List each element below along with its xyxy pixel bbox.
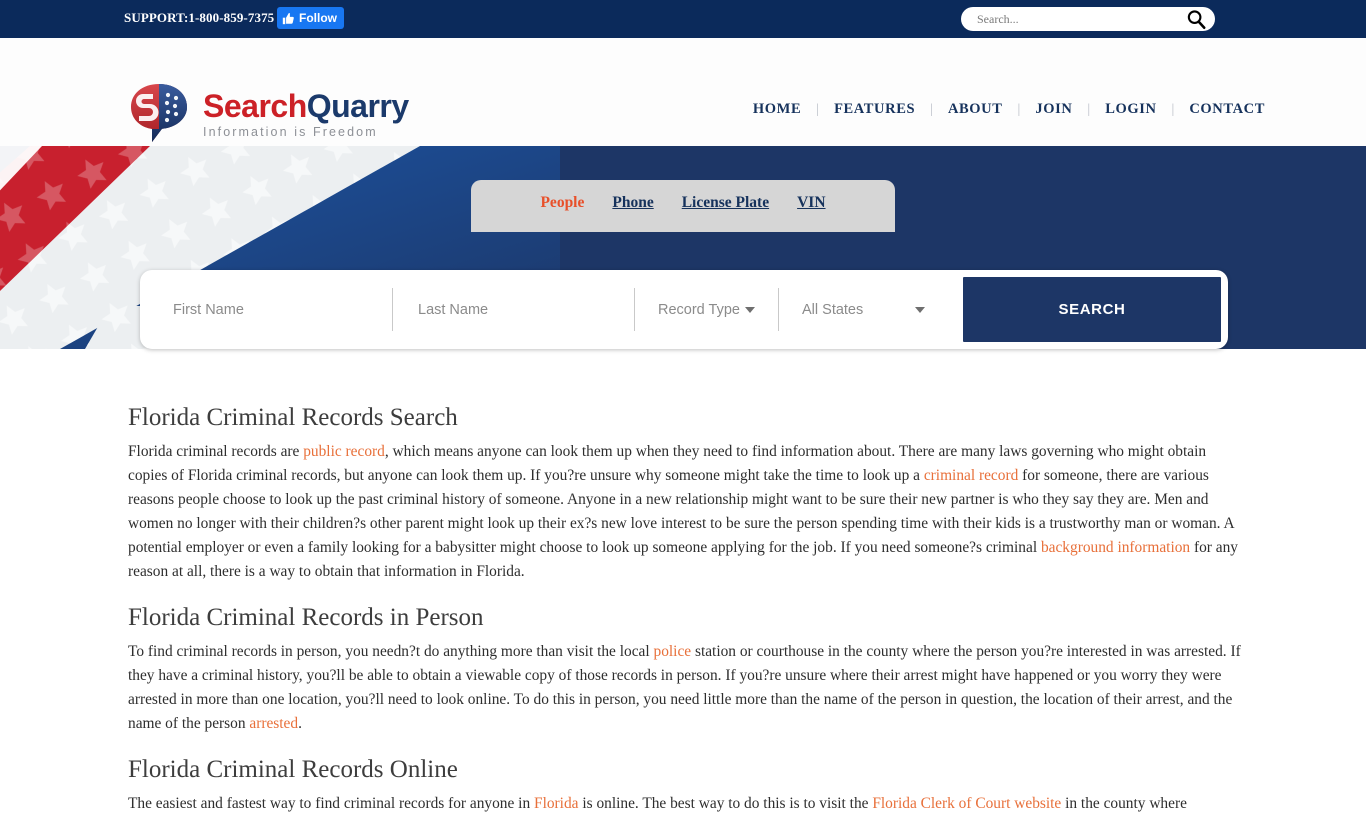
link-public-record[interactable]: public record (303, 443, 385, 460)
site-search-box[interactable] (961, 7, 1215, 31)
tab-people[interactable]: People (540, 194, 584, 212)
searchquarry-logo-icon (131, 84, 187, 142)
site-search-input[interactable] (975, 10, 1175, 28)
logo-word-quarry: Quarry (306, 87, 409, 124)
chevron-down-icon (915, 306, 925, 313)
facebook-follow-button[interactable]: Follow (277, 7, 344, 29)
logo-wordmark: SearchQuarry (203, 90, 409, 122)
section-heading-online: Florida Criminal Records Online (128, 756, 458, 783)
search-button[interactable]: SEARCH (963, 277, 1221, 342)
record-type-field[interactable]: Record Type (634, 277, 778, 342)
link-florida-clerk-of-court-website[interactable]: Florida Clerk of Court website (872, 795, 1061, 812)
logo-word-search: Search (203, 87, 307, 124)
record-type-select[interactable]: Record Type (634, 302, 778, 318)
text-run: is online. The best way to do this is to… (578, 795, 873, 812)
nav-item-join[interactable]: JOIN (1020, 101, 1087, 118)
site-header: SearchQuarry Information is Freedom HOME… (0, 38, 1366, 199)
thumbs-up-icon (282, 12, 294, 24)
people-search-form: Record Type All States SEARCH (140, 270, 1228, 349)
first-name-input[interactable] (147, 300, 392, 319)
nav-item-features[interactable]: FEATURES (819, 101, 930, 118)
nav-item-home[interactable]: HOME (738, 101, 816, 118)
link-police[interactable]: police (654, 643, 692, 660)
main-navigation: HOME | FEATURES | ABOUT | JOIN | LOGIN |… (738, 101, 1280, 118)
first-name-field[interactable] (147, 277, 392, 342)
section-heading-search: Florida Criminal Records Search (128, 404, 458, 431)
state-select[interactable]: All States (778, 302, 951, 318)
text-run: To find criminal records in person, you … (128, 643, 654, 660)
last-name-field[interactable] (392, 277, 634, 342)
logo-tagline: Information is Freedom (203, 124, 378, 139)
top-utility-bar: SUPPORT:1-800-859-7375 Follow (0, 0, 1366, 38)
paragraph-in-person: To find criminal records in person, you … (128, 640, 1243, 736)
text-run: in the county where (1061, 795, 1187, 812)
text-run: . (298, 715, 302, 732)
magnifier-icon[interactable] (1185, 8, 1207, 30)
state-label: All States (802, 301, 864, 318)
chevron-down-icon (744, 306, 755, 313)
main-content: Florida Criminal Records Search Florida … (0, 384, 1366, 822)
site-logo[interactable]: SearchQuarry Information is Freedom (128, 82, 409, 146)
state-field[interactable]: All States (778, 277, 951, 342)
text-run: The easiest and fastest way to find crim… (128, 795, 535, 812)
support-phone: SUPPORT:1-800-859-7375 (124, 10, 275, 25)
nav-item-login[interactable]: LOGIN (1090, 101, 1171, 118)
nav-item-contact[interactable]: CONTACT (1174, 101, 1280, 118)
link-criminal-record[interactable]: criminal record (924, 467, 1018, 484)
section-heading-in-person: Florida Criminal Records in Person (128, 604, 484, 631)
tab-vin[interactable]: VIN (797, 194, 825, 212)
paragraph-online: The easiest and fastest way to find crim… (128, 792, 1243, 816)
tab-phone[interactable]: Phone (612, 194, 653, 212)
link-florida[interactable]: Florida (534, 795, 578, 812)
link-background-information[interactable]: background information (1041, 539, 1190, 556)
tab-license-plate[interactable]: License Plate (682, 194, 769, 212)
search-type-tabs: People Phone License Plate VIN (471, 180, 895, 232)
paragraph-search: Florida criminal records are public reco… (128, 440, 1243, 584)
text-run: Florida criminal records are (128, 443, 304, 460)
record-type-label: Record Type (658, 301, 740, 318)
nav-item-about[interactable]: ABOUT (933, 101, 1018, 118)
facebook-follow-label: Follow (299, 11, 337, 25)
last-name-input[interactable] (392, 300, 634, 319)
link-arrested[interactable]: arrested (249, 715, 298, 732)
